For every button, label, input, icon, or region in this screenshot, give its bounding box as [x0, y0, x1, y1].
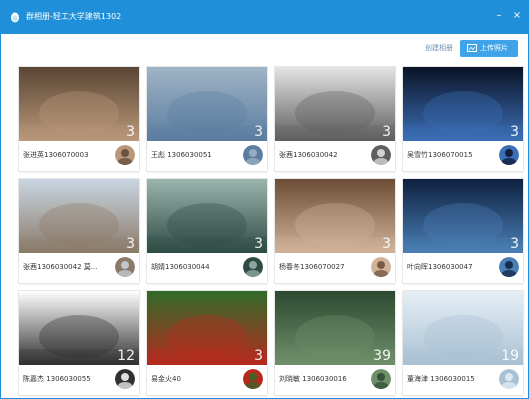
avatar-swirl-icon[interactable] — [243, 145, 263, 165]
album-cover-image[interactable]: 3 — [147, 179, 267, 253]
avatar-anime-icon[interactable] — [115, 369, 135, 389]
album-uploader-caption: 陈嘉杰 1306030055 — [23, 375, 91, 383]
album-cover-image[interactable]: 39 — [275, 291, 395, 365]
album-card[interactable]: 3 叶向晖1306030047 — [403, 179, 523, 283]
photo-count: 19 — [501, 348, 519, 364]
photo-count: 3 — [126, 124, 135, 140]
album-cover-image[interactable]: 3 — [275, 179, 395, 253]
avatar-feather-icon[interactable] — [499, 145, 519, 165]
album-card[interactable]: 12 陈嘉杰 1306030055 — [19, 291, 139, 395]
album-uploader-caption: 张茜1306030042 莫... — [23, 263, 98, 271]
photo-count: 12 — [117, 348, 135, 364]
photo-count: 3 — [382, 236, 391, 252]
album-uploader-caption: 胡婧1306030044 — [151, 263, 210, 271]
photo-count: 3 — [126, 236, 135, 252]
avatar-doll-icon[interactable] — [115, 257, 135, 277]
avatar-landscape-icon[interactable] — [115, 145, 135, 165]
album-cover-image[interactable]: 19 — [403, 291, 523, 365]
avatar-doll-icon[interactable] — [371, 145, 391, 165]
album-card[interactable]: 3 王彪 1306030051 — [147, 67, 267, 171]
photo-count: 39 — [373, 348, 391, 364]
album-uploader-caption: 叶向晖1306030047 — [407, 263, 473, 271]
album-grid: 3 张进英1306070003 3 王彪 1306030051 3 张茜130603004… — [1, 1, 528, 398]
album-uploader-caption: 董海津 1306030015 — [407, 375, 475, 383]
album-uploader-caption: 吴雪竹1306070015 — [407, 151, 473, 159]
album-card[interactable]: 3 张茜1306030042 莫... — [19, 179, 139, 283]
album-uploader-caption: 张进英1306070003 — [23, 151, 89, 159]
album-card[interactable]: 3 易金火40 — [147, 291, 267, 395]
album-cover-image[interactable]: 3 — [19, 67, 139, 141]
album-uploader-caption: 张茜1306030042 — [279, 151, 338, 159]
album-uploader-caption: 刘晓敏 1306030016 — [279, 375, 347, 383]
group-album-window: 群相册-轻工大学建筑1302 – × 创建相册 上传照片 3 张进英1306070… — [0, 0, 529, 399]
avatar-flower-icon[interactable] — [499, 257, 519, 277]
album-card[interactable]: 3 张茜1306030042 — [275, 67, 395, 171]
photo-count: 3 — [254, 124, 263, 140]
album-cover-image[interactable]: 12 — [19, 291, 139, 365]
photo-count: 3 — [510, 236, 519, 252]
album-card[interactable]: 3 吴雪竹1306070015 — [403, 67, 523, 171]
avatar-cartoon-icon[interactable] — [499, 369, 519, 389]
album-card[interactable]: 19 董海津 1306030015 — [403, 291, 523, 395]
avatar-grey-icon[interactable] — [371, 369, 391, 389]
album-cover-image[interactable]: 3 — [403, 179, 523, 253]
avatar-dark-icon[interactable] — [371, 257, 391, 277]
album-cover-image[interactable]: 3 — [403, 67, 523, 141]
photo-count: 3 — [382, 124, 391, 140]
album-card[interactable]: 3 胡婧1306030044 — [147, 179, 267, 283]
album-cover-image[interactable]: 3 — [147, 67, 267, 141]
album-card[interactable]: 39 刘晓敏 1306030016 — [275, 291, 395, 395]
avatar-logo-icon[interactable] — [243, 369, 263, 389]
album-uploader-caption: 王彪 1306030051 — [151, 151, 212, 159]
album-uploader-caption: 易金火40 — [151, 375, 181, 383]
album-cover-image[interactable]: 3 — [147, 291, 267, 365]
album-card[interactable]: 3 张进英1306070003 — [19, 67, 139, 171]
album-cover-image[interactable]: 3 — [19, 179, 139, 253]
avatar-girl-icon[interactable] — [243, 257, 263, 277]
photo-count: 3 — [254, 348, 263, 364]
album-card[interactable]: 3 杨春冬1306070027 — [275, 179, 395, 283]
album-uploader-caption: 杨春冬1306070027 — [279, 263, 345, 271]
album-cover-image[interactable]: 3 — [275, 67, 395, 141]
photo-count: 3 — [510, 124, 519, 140]
photo-count: 3 — [254, 236, 263, 252]
